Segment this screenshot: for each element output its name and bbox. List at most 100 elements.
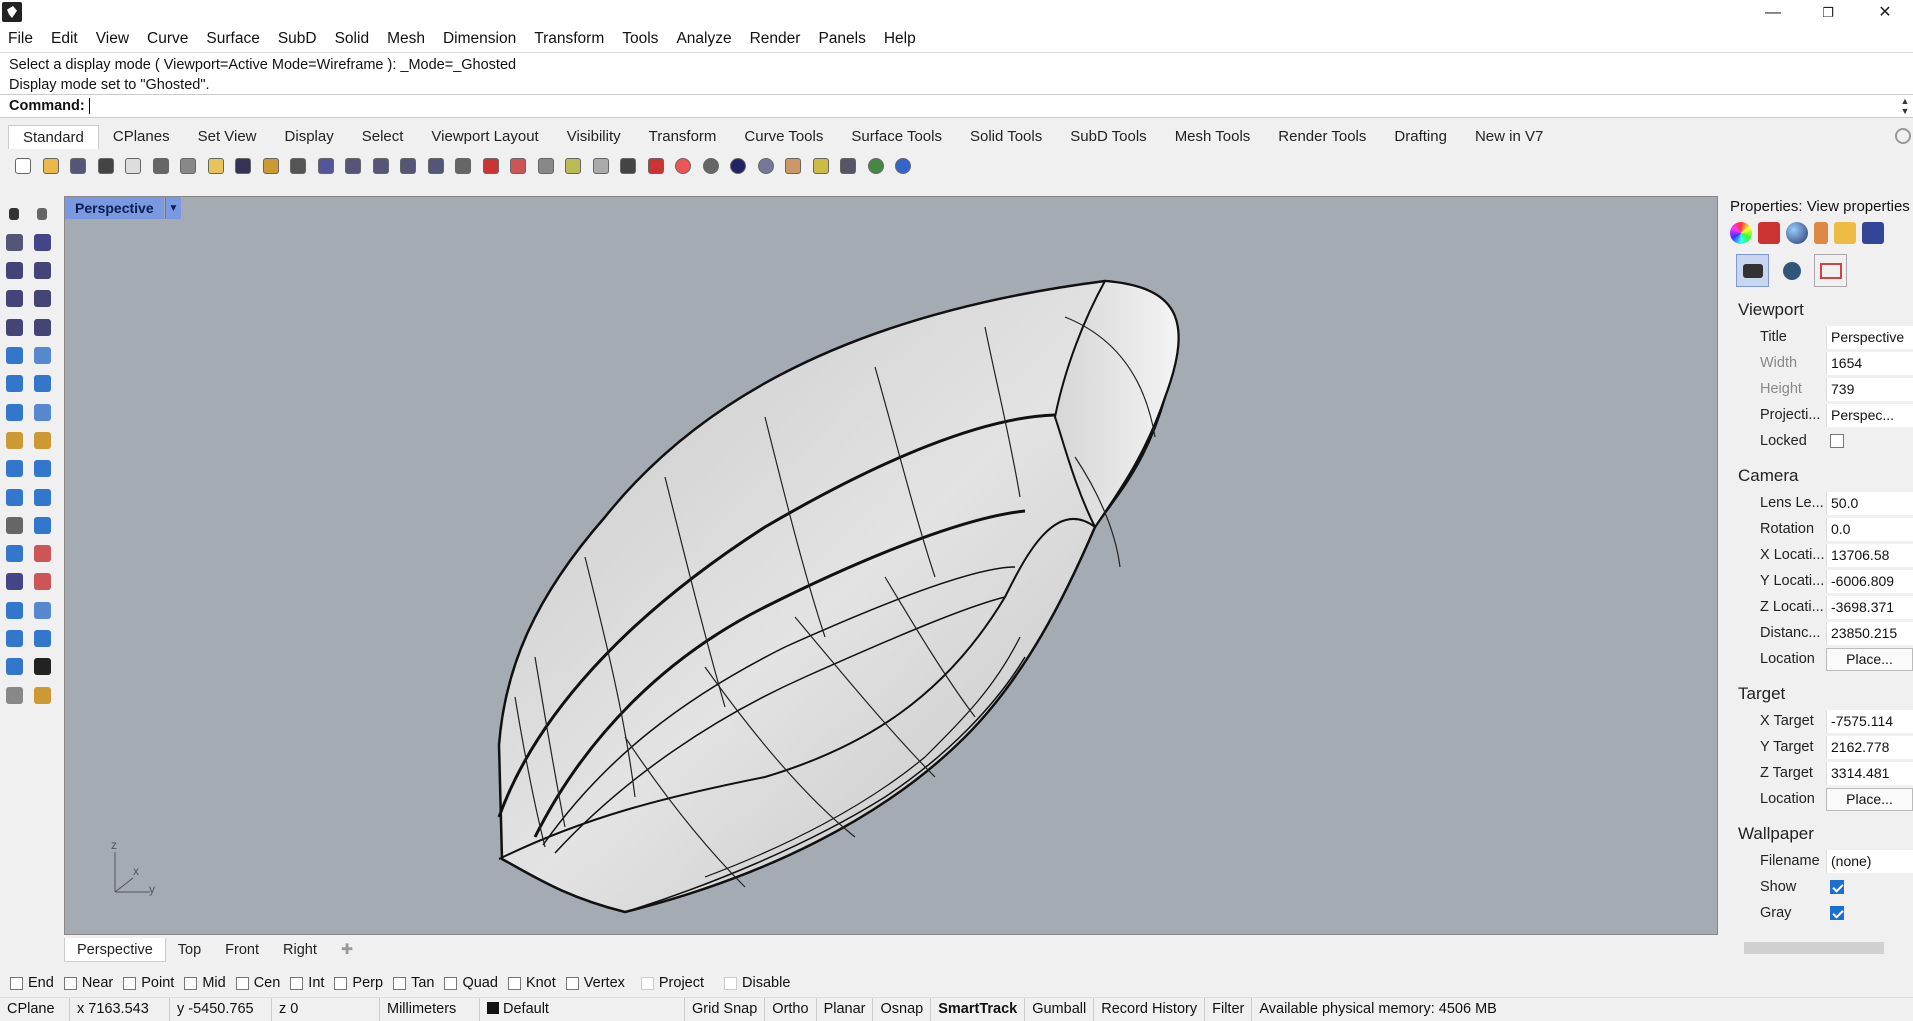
osnap-checkbox[interactable]	[184, 976, 198, 990]
osnap-knot[interactable]: Knot	[507, 975, 556, 991]
check-icon[interactable]	[30, 655, 54, 679]
status-planar[interactable]: Planar	[817, 997, 874, 1021]
scale-icon[interactable]	[30, 513, 54, 537]
cut-icon[interactable]	[148, 154, 174, 178]
zoom-extents-icon[interactable]	[368, 154, 394, 178]
osnap-checkbox[interactable]	[393, 976, 407, 990]
status-smarttrack[interactable]: SmartTrack	[931, 997, 1026, 1021]
minimize-button[interactable]: —	[1745, 0, 1801, 26]
tab-standard[interactable]: Standard	[8, 125, 99, 149]
menu-render[interactable]: Render	[750, 30, 801, 48]
block-icon[interactable]	[2, 598, 26, 622]
tab-select[interactable]: Select	[348, 125, 418, 149]
tab-set-view[interactable]: Set View	[184, 125, 271, 149]
status-layer[interactable]: Default	[480, 997, 685, 1021]
tab-viewport-layout[interactable]: Viewport Layout	[417, 125, 552, 149]
status-cplane[interactable]: CPlane	[0, 997, 70, 1021]
shade-icon[interactable]	[698, 154, 724, 178]
boolean-icon[interactable]	[30, 372, 54, 396]
tab-transform[interactable]: Transform	[635, 125, 731, 149]
prop-filename-field[interactable]: (none)	[1826, 849, 1913, 873]
ellipse-icon[interactable]	[30, 259, 54, 283]
hull-model[interactable]	[65, 197, 1718, 935]
new-icon[interactable]	[10, 154, 36, 178]
open-icon[interactable]	[38, 154, 64, 178]
environment-icon[interactable]	[1786, 222, 1808, 244]
color-icon[interactable]	[1730, 222, 1752, 244]
prop-distance-field[interactable]: 23850.215	[1826, 621, 1913, 645]
properties-icon[interactable]	[780, 154, 806, 178]
prop-title-field[interactable]: Perspective	[1826, 325, 1913, 349]
arc-icon[interactable]	[2, 315, 26, 339]
car-icon[interactable]	[478, 154, 504, 178]
menu-file[interactable]: File	[8, 30, 33, 48]
camera-place-button[interactable]: Place...	[1826, 647, 1913, 671]
osnap-int[interactable]: Int	[290, 975, 324, 991]
menu-solid[interactable]: Solid	[335, 30, 369, 48]
osnap-checkbox[interactable]	[63, 976, 77, 990]
osnap-vertex[interactable]: Vertex	[565, 975, 625, 991]
locked-checkbox[interactable]	[1830, 434, 1844, 448]
help-icon[interactable]	[890, 154, 916, 178]
grid-array-icon[interactable]	[2, 627, 26, 651]
menu-help[interactable]: Help	[884, 30, 916, 48]
color-wheel-icon[interactable]	[670, 154, 696, 178]
osnap-disable[interactable]: Disable	[724, 975, 790, 991]
material-icon[interactable]	[643, 154, 669, 178]
import-icon[interactable]	[120, 154, 146, 178]
tab-right[interactable]: Right	[271, 938, 329, 962]
text-icon[interactable]	[2, 542, 26, 566]
show-checkbox[interactable]	[1830, 880, 1844, 894]
osnap-checkbox[interactable]	[565, 976, 579, 990]
prop-xloc-field[interactable]: 13706.58	[1826, 543, 1913, 567]
menu-analyze[interactable]: Analyze	[676, 30, 731, 48]
rhino-app-icon[interactable]	[2, 2, 22, 22]
polyline-icon[interactable]	[2, 230, 26, 254]
rotate-view-icon[interactable]	[285, 154, 311, 178]
render-preview-icon[interactable]	[753, 154, 779, 178]
planar-surface-icon[interactable]	[30, 400, 54, 424]
osnap-checkbox[interactable]	[640, 976, 654, 990]
osnap-checkbox[interactable]	[290, 976, 304, 990]
osnap-checkbox[interactable]	[235, 976, 249, 990]
point-icon[interactable]	[30, 202, 54, 226]
prop-yloc-field[interactable]: -6006.809	[1826, 569, 1913, 593]
render-icon[interactable]	[2, 683, 26, 707]
save-icon[interactable]	[65, 154, 91, 178]
options-icon[interactable]	[808, 154, 834, 178]
osnap-checkbox[interactable]	[507, 976, 521, 990]
help-panel-icon[interactable]	[1862, 222, 1884, 244]
osnap-near[interactable]: Near	[63, 975, 113, 991]
copy-icon[interactable]	[30, 485, 54, 509]
osnap-perp[interactable]: Perp	[334, 975, 383, 991]
properties-scrollbar[interactable]	[1726, 940, 1913, 956]
menu-dimension[interactable]: Dimension	[443, 30, 516, 48]
undo-icon[interactable]	[230, 154, 256, 178]
named-views-icon[interactable]	[1775, 254, 1808, 287]
trim-icon[interactable]	[30, 428, 54, 452]
tab-subd-tools[interactable]: SubD Tools	[1056, 125, 1160, 149]
osnap-project[interactable]: Project	[640, 975, 704, 991]
tab-front[interactable]: Front	[213, 938, 271, 962]
status-grid-snap[interactable]: Grid Snap	[685, 997, 766, 1021]
rectangle-icon[interactable]	[30, 287, 54, 311]
prop-ytarget-field[interactable]: 2162.778	[1826, 735, 1913, 759]
explode-icon[interactable]	[2, 428, 26, 452]
array-icon[interactable]	[2, 570, 26, 594]
osnap-point[interactable]: Point	[123, 975, 174, 991]
menu-curve[interactable]: Curve	[147, 30, 188, 48]
close-button[interactable]: ✕	[1857, 0, 1913, 26]
menu-tools[interactable]: Tools	[622, 30, 658, 48]
scrollbar-thumb[interactable]	[1744, 942, 1884, 954]
copy-icon[interactable]	[175, 154, 201, 178]
osnap-checkbox[interactable]	[10, 976, 23, 990]
rotate-icon[interactable]	[2, 513, 26, 537]
move-icon[interactable]	[2, 485, 26, 509]
menu-edit[interactable]: Edit	[51, 30, 78, 48]
command-input[interactable]	[88, 98, 90, 114]
render-sphere-icon[interactable]	[725, 154, 751, 178]
tab-cplanes[interactable]: CPlanes	[99, 125, 184, 149]
split-icon[interactable]	[2, 457, 26, 481]
toolbar-settings-icon[interactable]	[1895, 128, 1911, 144]
lock-icon[interactable]	[615, 154, 641, 178]
